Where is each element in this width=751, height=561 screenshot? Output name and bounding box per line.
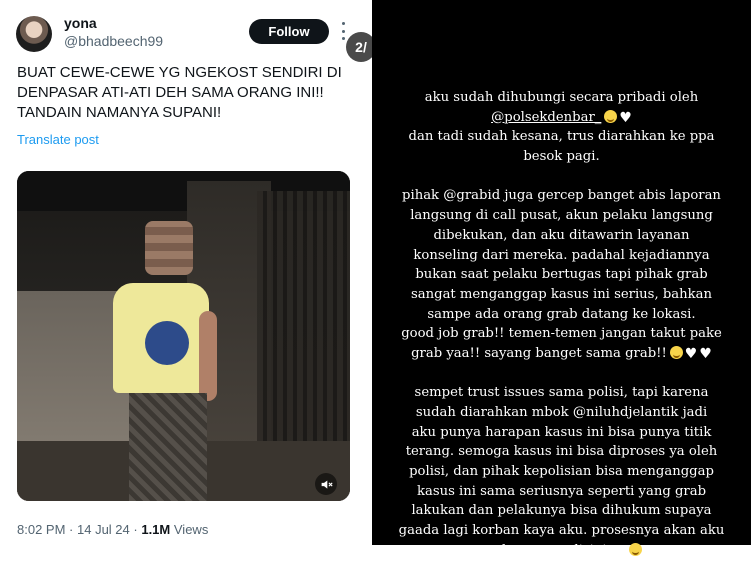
story-text-segment: grab yaa!! sayang banget sama grab!! xyxy=(411,345,667,361)
story-line: gaada lagi korban kaya aku. prosesnya ak… xyxy=(398,523,725,539)
story-line: good job grab!! temen-temen jangan takut… xyxy=(401,326,722,342)
story-line: langsung di call pusat, akun pelaku lang… xyxy=(410,208,713,224)
story-line: dibekukan, dan aku ditawarin layanan xyxy=(433,227,690,243)
more-options-icon[interactable] xyxy=(339,22,347,40)
tweet-meta: 8:02 PM · 14 Jul 24 · 1.1M Views xyxy=(17,522,208,537)
story-line: terang. semoga kasus ini bisa diproses y… xyxy=(405,444,718,460)
story-line: kasus ini sama seriusnya seperti yang gr… xyxy=(416,483,707,499)
author-name[interactable]: yona xyxy=(64,15,97,31)
story-line-mention: @polsekdenbar_ ♥ xyxy=(372,108,751,128)
shirt-logo xyxy=(145,321,189,365)
person-arm xyxy=(199,311,217,401)
story-line: sempet trust issues sama polisi, tapi ka… xyxy=(414,385,709,401)
views-label: Views xyxy=(173,522,209,537)
blurred-face xyxy=(145,221,193,275)
white-heart-icon: ♥ xyxy=(619,109,632,126)
mention-polsekdenbar[interactable]: @polsekdenbar_ xyxy=(491,110,601,125)
mute-icon[interactable] xyxy=(315,473,337,495)
story-line: sampe ada orang grab datang ke lokasi. xyxy=(427,306,696,322)
video-gate xyxy=(257,191,350,471)
story-line-emoji: update terus disini ya xyxy=(372,541,751,561)
follow-button[interactable]: Follow xyxy=(249,19,329,44)
story-line-emoji: grab yaa!! sayang banget sama grab!! ♥ ♥ xyxy=(372,344,751,364)
tweet-video[interactable] xyxy=(17,171,350,501)
story-line: pihak @grabid juga gercep banget abis la… xyxy=(402,188,721,204)
white-heart-icon: ♥ xyxy=(684,345,698,362)
story-line: besok pagi. xyxy=(523,149,600,165)
story-text: aku sudah dihubungi secara pribadi oleh … xyxy=(372,88,751,561)
story-line: sangat menganggap kasus ini serius, bahk… xyxy=(411,286,712,302)
avatar[interactable] xyxy=(16,16,52,52)
views-count: 1.1M xyxy=(141,522,171,537)
pleading-face-icon xyxy=(604,109,618,123)
story-line: bukan saat pelaku bertugas tapi pihak gr… xyxy=(415,267,708,283)
story-line: konseling dari mereka. padahal kejadiann… xyxy=(413,247,710,263)
person-pants xyxy=(129,393,207,501)
story-line: aku punya harapan kasus ini bisa punya t… xyxy=(411,424,712,440)
story-line: sudah diarahkan mbok @niluhdjelantik jad… xyxy=(415,405,708,420)
tweet-date[interactable]: 14 Jul 24 xyxy=(77,522,130,537)
tweet-panel: yona @bhadbeech99 Follow 2/ BUAT CEWE-CE… xyxy=(0,0,376,545)
story-text-segment: update terus disini ya xyxy=(480,542,627,558)
tweet-text: BUAT CEWE-CEWE YG NGEKOST SENDIRI DI DEN… xyxy=(17,64,342,121)
story-line: aku sudah dihubungi secara pribadi oleh xyxy=(424,90,699,105)
white-heart-icon: ♥ xyxy=(699,345,712,362)
translate-link[interactable]: Translate post xyxy=(17,132,99,147)
story-spacer xyxy=(372,167,751,187)
story-line: lakukan dan pelakunya bisa dihukum supay… xyxy=(411,503,712,519)
tweet-time[interactable]: 8:02 PM xyxy=(17,522,65,537)
story-line: polisi, dan pihak kepolisian bisa mengan… xyxy=(409,464,714,480)
pleading-face-icon xyxy=(669,345,683,359)
story-panel: aku sudah dihubungi secara pribadi oleh … xyxy=(372,0,751,558)
meta-separator: · xyxy=(69,522,77,537)
story-spacer xyxy=(372,364,751,384)
author-handle[interactable]: @bhadbeech99 xyxy=(64,33,163,49)
story-line: dan tadi sudah kesana, trus diarahkan ke… xyxy=(408,129,715,145)
